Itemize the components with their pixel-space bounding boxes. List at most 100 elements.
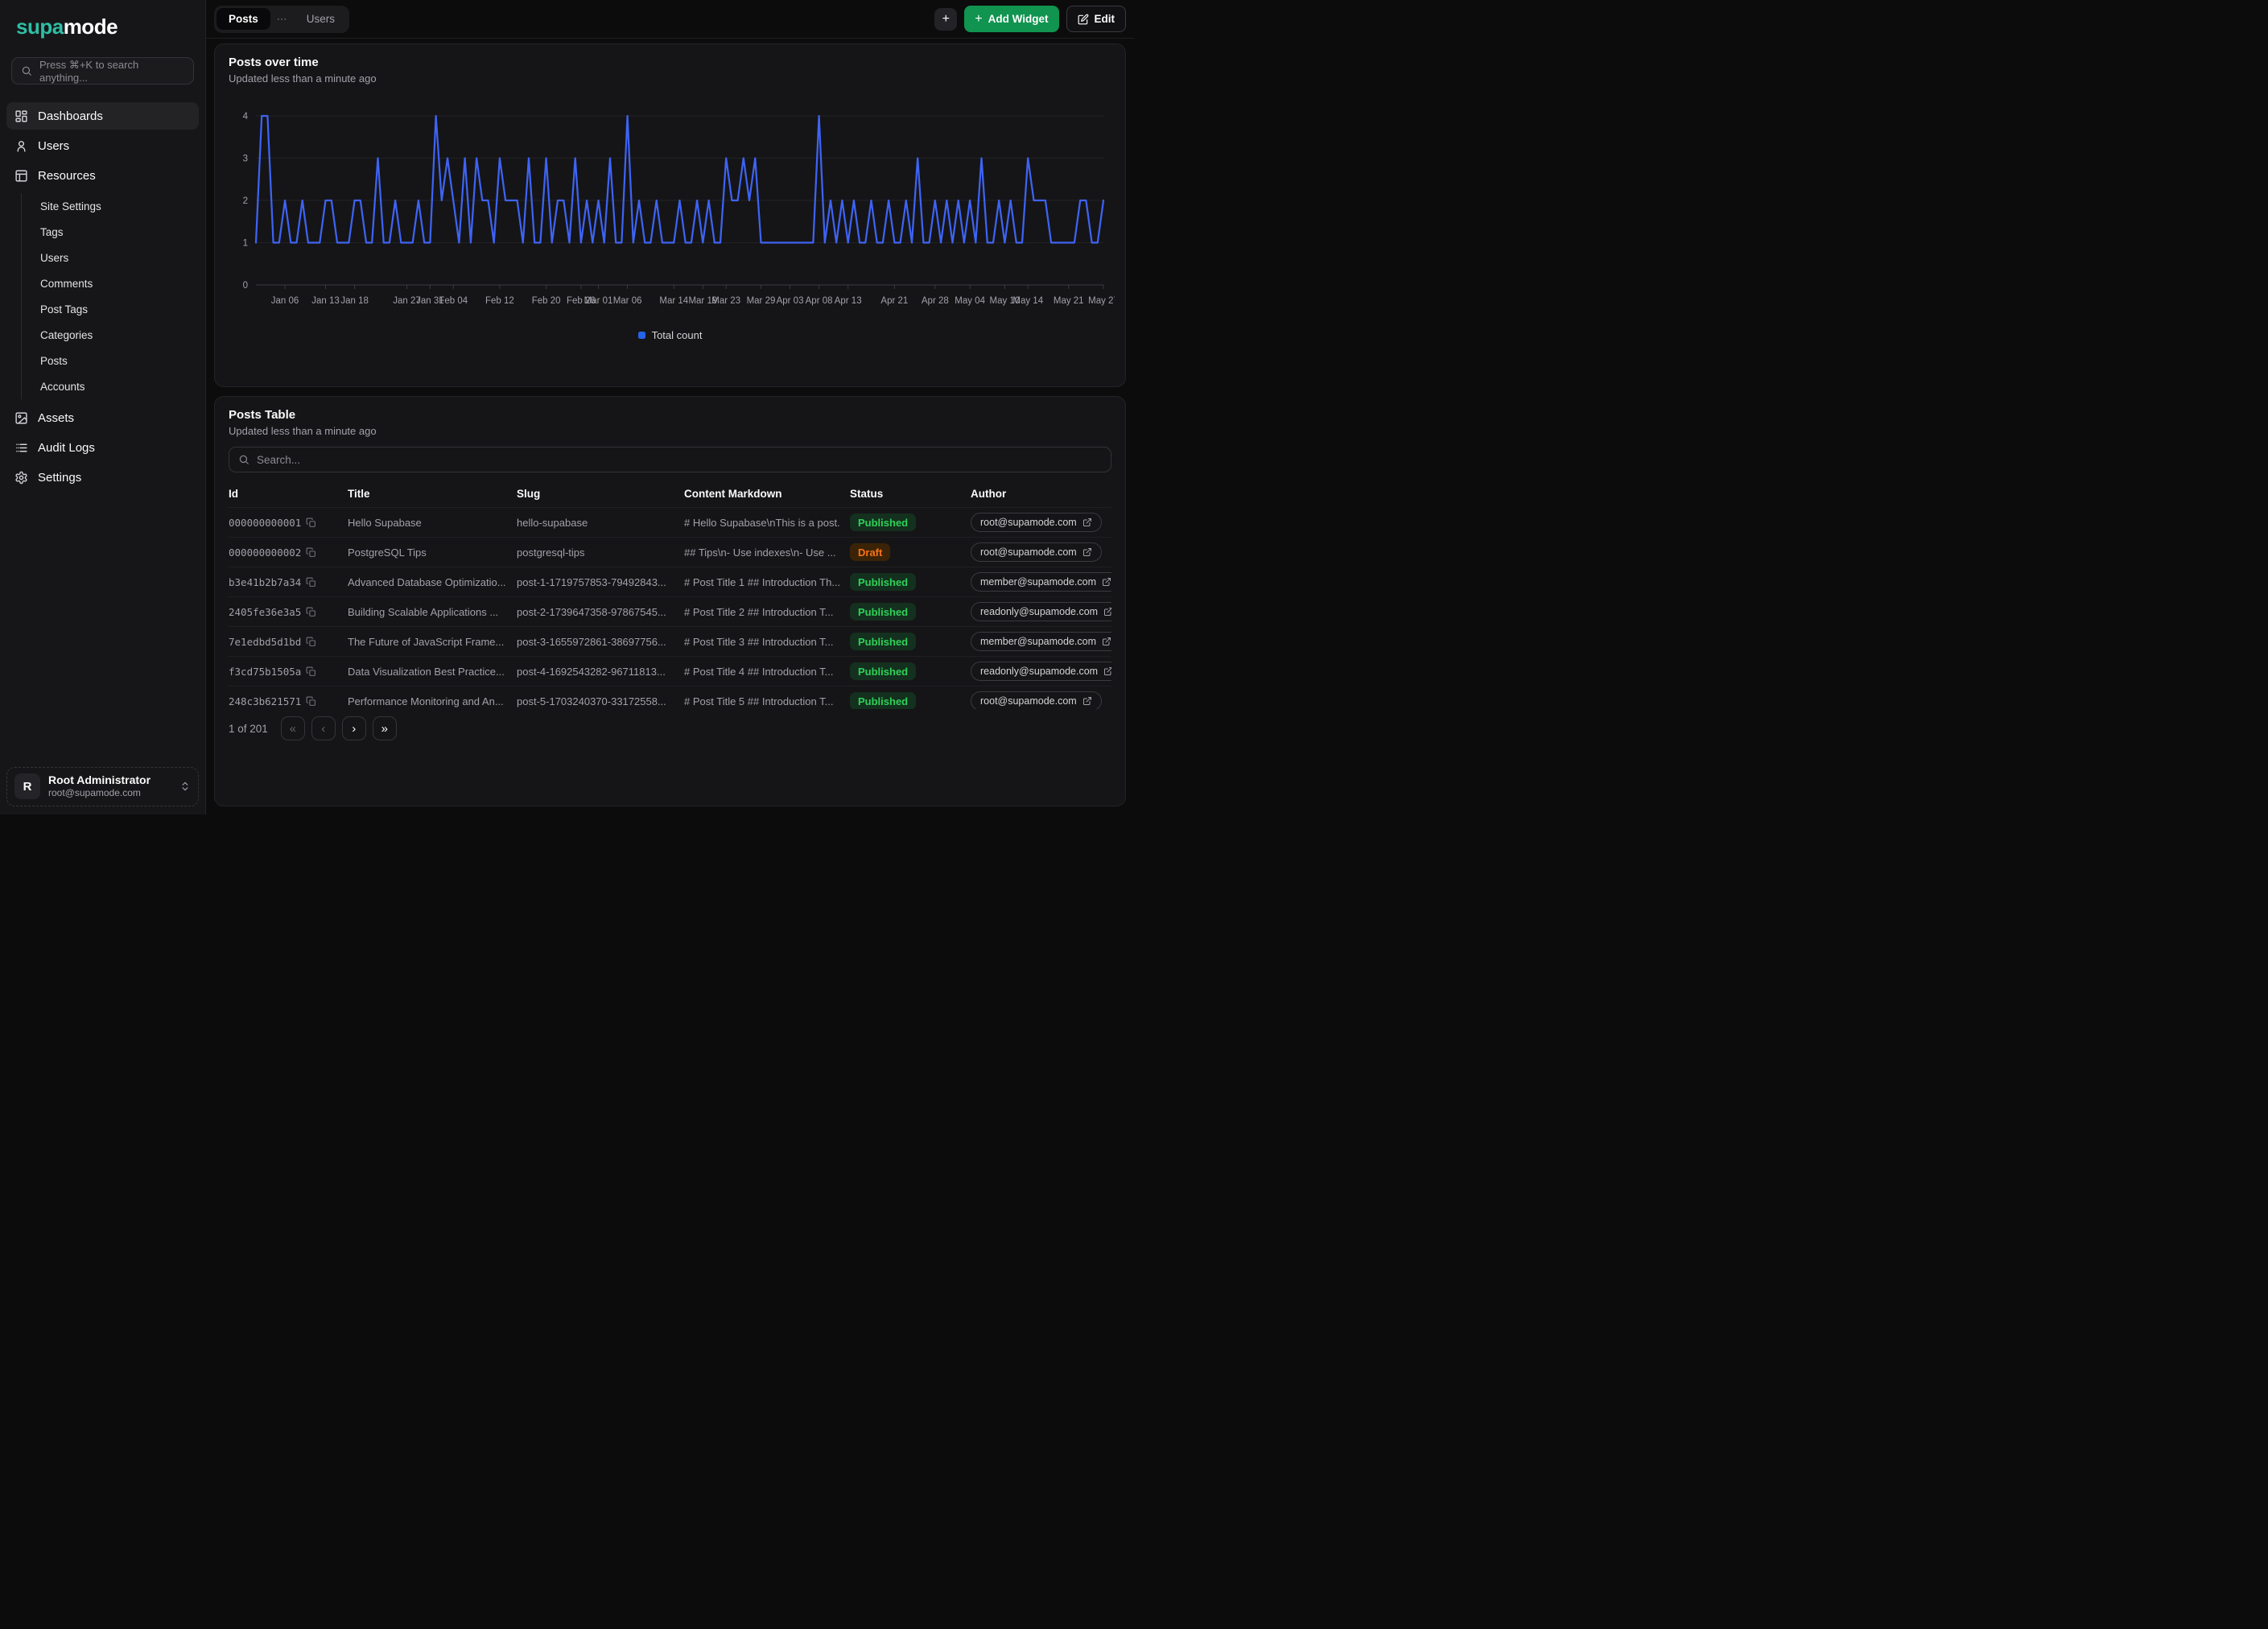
sidebar-item-resources[interactable]: Resources <box>6 162 199 189</box>
sidebar-item-label: Settings <box>38 471 81 485</box>
sidebar: supamode Press ⌘+K to search anything...… <box>0 0 206 814</box>
tabs-overflow-button[interactable]: ⋯ <box>272 8 293 31</box>
post-title: PostgreSQL Tips <box>348 546 427 559</box>
sidebar-subitem-site-settings[interactable]: Site Settings <box>34 193 199 219</box>
status-badge: Published <box>850 692 916 709</box>
svg-text:4: 4 <box>243 112 249 122</box>
add-tab-button[interactable]: + <box>934 8 957 31</box>
sidebar-item-dashboards[interactable]: Dashboards <box>6 102 199 130</box>
column-header-content[interactable]: Content Markdown <box>684 488 850 500</box>
sidebar-item-label: Audit Logs <box>38 441 95 455</box>
author-email: root@supamode.com <box>980 517 1077 528</box>
previous-page-button[interactable]: ‹ <box>311 716 336 740</box>
column-header-title[interactable]: Title <box>348 488 517 500</box>
dashboard-content: Posts over time Updated less than a minu… <box>206 39 1134 814</box>
sidebar-item-label: Resources <box>38 169 96 183</box>
app-logo: supamode <box>6 14 199 39</box>
author-email: member@supamode.com <box>980 636 1096 647</box>
sidebar-subitem-comments[interactable]: Comments <box>34 270 199 296</box>
add-widget-button[interactable]: + Add Widget <box>964 6 1058 32</box>
table-search-input[interactable] <box>257 454 1102 466</box>
panels-icon <box>14 169 28 183</box>
sidebar-item-settings[interactable]: Settings <box>6 464 199 491</box>
sidebar-subitem-users[interactable]: Users <box>34 245 199 270</box>
svg-text:May 14: May 14 <box>1012 296 1043 306</box>
tab-posts[interactable]: Posts <box>216 8 270 30</box>
logo-mode: mode <box>64 14 118 39</box>
plus-icon: + <box>975 13 982 26</box>
external-link-icon <box>1082 518 1092 527</box>
tab-users[interactable]: Users <box>295 8 347 30</box>
column-header-status[interactable]: Status <box>850 488 971 500</box>
sidebar-subitem-accounts[interactable]: Accounts <box>34 373 199 399</box>
author-link[interactable]: readonly@supamode.com <box>971 602 1111 621</box>
add-widget-label: Add Widget <box>988 13 1049 25</box>
post-id: 248c3b621571 <box>229 695 301 707</box>
copy-icon[interactable] <box>306 547 316 558</box>
copy-icon[interactable] <box>306 607 316 617</box>
page-indicator: 1 of 201 <box>229 723 268 735</box>
post-title: The Future of JavaScript Frame... <box>348 636 504 648</box>
table-row[interactable]: 248c3b621571 Performance Monitoring and … <box>229 687 1111 709</box>
post-slug: postgresql-tips <box>517 546 585 559</box>
svg-text:May 04: May 04 <box>955 296 985 306</box>
sidebar-item-assets[interactable]: Assets <box>6 404 199 431</box>
external-link-icon <box>1103 666 1111 676</box>
main-area: Posts ⋯ Users + + Add Widget Edit Posts … <box>206 0 1134 814</box>
pencil-square-icon <box>1078 14 1089 25</box>
author-link[interactable]: root@supamode.com <box>971 691 1102 709</box>
author-link[interactable]: member@supamode.com <box>971 572 1111 592</box>
table-row[interactable]: 000000000002 PostgreSQL Tips postgresql-… <box>229 538 1111 567</box>
sidebar-subitem-posts[interactable]: Posts <box>34 348 199 373</box>
table-pagination: 1 of 201 «‹› » <box>229 716 1111 740</box>
gear-icon <box>14 471 28 485</box>
sidebar-item-users[interactable]: Users <box>6 132 199 159</box>
table-row[interactable]: b3e41b2b7a34 Advanced Database Optimizat… <box>229 567 1111 597</box>
column-header-id[interactable]: Id <box>229 488 348 500</box>
svg-text:Feb 20: Feb 20 <box>532 296 561 306</box>
sidebar-subitem-post-tags[interactable]: Post Tags <box>34 296 199 322</box>
copy-icon[interactable] <box>306 577 316 588</box>
svg-text:0: 0 <box>243 281 248 291</box>
sidebar-subitem-tags[interactable]: Tags <box>34 219 199 245</box>
user-icon <box>14 139 28 153</box>
edit-button[interactable]: Edit <box>1066 6 1127 32</box>
dashboard-grid-icon <box>14 109 28 123</box>
svg-text:Feb 12: Feb 12 <box>485 296 514 306</box>
global-search-input[interactable]: Press ⌘+K to search anything... <box>11 57 194 85</box>
table-rows: 000000000001 Hello Supabase hello-supaba… <box>229 508 1111 709</box>
copy-icon[interactable] <box>306 637 316 647</box>
column-header-author[interactable]: Author <box>971 488 1111 500</box>
svg-text:Jan 13: Jan 13 <box>311 296 340 306</box>
column-header-slug[interactable]: Slug <box>517 488 684 500</box>
post-slug: post-4-1692543282-96711813... <box>517 666 666 678</box>
copy-icon[interactable] <box>306 666 316 677</box>
post-title: Hello Supabase <box>348 517 422 529</box>
table-row[interactable]: 7e1edbd5d1bd The Future of JavaScript Fr… <box>229 627 1111 657</box>
table-row[interactable]: 2405fe36e3a5 Building Scalable Applicati… <box>229 597 1111 627</box>
author-link[interactable]: readonly@supamode.com <box>971 662 1111 681</box>
post-id: 2405fe36e3a5 <box>229 606 301 618</box>
first-page-button[interactable]: « <box>281 716 305 740</box>
author-link[interactable]: root@supamode.com <box>971 542 1102 562</box>
author-link[interactable]: root@supamode.com <box>971 513 1102 532</box>
copy-icon[interactable] <box>306 518 316 528</box>
external-link-icon <box>1082 696 1092 706</box>
status-badge: Published <box>850 513 916 531</box>
svg-text:3: 3 <box>243 155 248 164</box>
table-row[interactable]: 000000000001 Hello Supabase hello-supaba… <box>229 508 1111 538</box>
next-page-button[interactable]: › <box>342 716 366 740</box>
svg-text:Mar 06: Mar 06 <box>613 296 642 306</box>
post-slug: post-2-1739647358-97867545... <box>517 606 666 618</box>
copy-icon[interactable] <box>306 696 316 707</box>
post-content-markdown: # Post Title 3 ## Introduction T... <box>684 636 833 648</box>
posts-table-widget: Posts Table Updated less than a minute a… <box>214 396 1126 806</box>
sidebar-subitem-categories[interactable]: Categories <box>34 322 199 348</box>
search-icon <box>238 454 249 465</box>
author-link[interactable]: member@supamode.com <box>971 632 1111 651</box>
last-page-button[interactable]: » <box>373 716 397 740</box>
table-row[interactable]: f3cd75b1505a Data Visualization Best Pra… <box>229 657 1111 687</box>
account-menu-trigger[interactable]: R Root Administrator root@supamode.com <box>6 767 199 806</box>
sidebar-spacer <box>6 493 199 767</box>
sidebar-item-audit-logs[interactable]: Audit Logs <box>6 434 199 461</box>
